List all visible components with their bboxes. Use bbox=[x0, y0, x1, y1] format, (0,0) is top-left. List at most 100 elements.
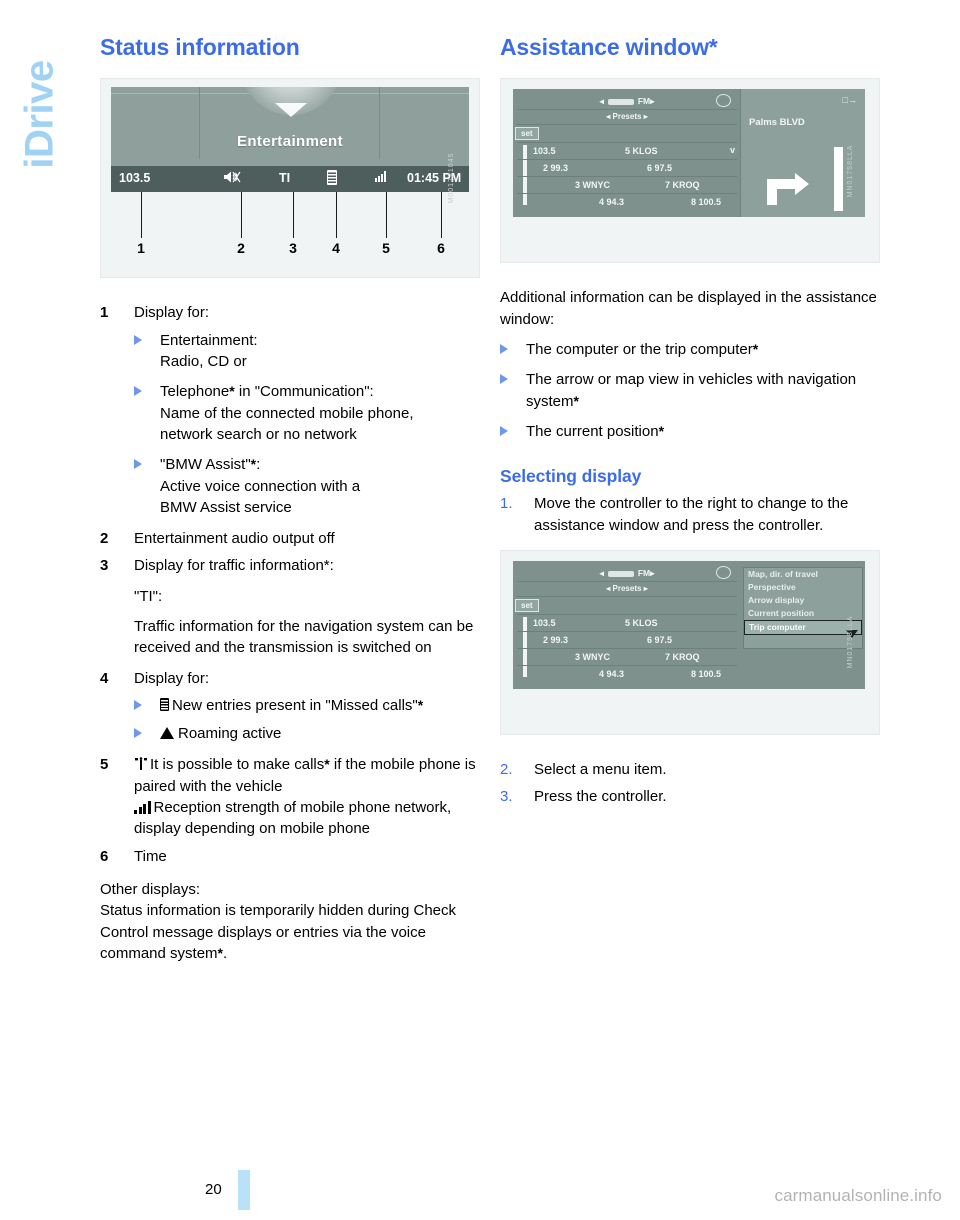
status-frequency: 103.5 bbox=[119, 171, 151, 186]
bullet-line-2: Active voice connection with a bbox=[160, 477, 361, 495]
band-left-arrow-icon: ◂ bbox=[599, 96, 604, 107]
row-divider bbox=[517, 124, 737, 126]
asterisk-mark: * bbox=[417, 696, 424, 713]
legend-number: 5 bbox=[100, 756, 109, 774]
selecting-display-title: Selecting display bbox=[500, 466, 642, 487]
bullet-text: Roaming active bbox=[178, 725, 282, 743]
band-pill bbox=[607, 570, 634, 577]
band-right-arrow-icon: ▸ bbox=[650, 567, 655, 578]
preset-4[interactable]: 4 94.3 bbox=[599, 669, 624, 679]
other-displays-period: . bbox=[223, 944, 228, 962]
menu-item-onboard-info[interactable]: Onboard info bbox=[744, 635, 862, 648]
step-text: Press the controller. bbox=[534, 788, 667, 806]
step-text: Move the controller to the right to chan… bbox=[534, 495, 849, 534]
preset-7[interactable]: 7 KROQ bbox=[665, 180, 700, 190]
preset-6[interactable]: 6 97.5 bbox=[647, 635, 672, 645]
preset-3[interactable]: 3 WNYC bbox=[575, 652, 610, 662]
screen-menu-label: Entertainment bbox=[236, 133, 344, 151]
preset-6[interactable]: 6 97.5 bbox=[647, 163, 672, 173]
menu-item-perspective[interactable]: Perspective bbox=[744, 581, 862, 594]
preset-8[interactable]: 8 100.5 bbox=[691, 669, 721, 679]
assistance-intro: Additional information can be displayed … bbox=[500, 289, 877, 328]
bullet-line-1b: in "Communication": bbox=[234, 383, 374, 401]
band-right-arrow-icon: ▸ bbox=[650, 96, 655, 107]
set-button[interactable]: set bbox=[515, 127, 539, 141]
turn-right-arrow-icon bbox=[767, 161, 813, 206]
presets-left-arrow-icon: ◂ bbox=[606, 583, 611, 593]
triangle-bullet-icon bbox=[134, 699, 142, 710]
preset-1[interactable]: 103.5 bbox=[533, 618, 556, 628]
menu-item-current-position[interactable]: Current position bbox=[744, 607, 862, 620]
preset-4[interactable]: 4 94.3 bbox=[599, 197, 624, 207]
right-column: Assistance window* ◂ FM▸ ◂ Presets ▸ set … bbox=[500, 34, 880, 813]
street-name: Palms BLVD bbox=[749, 117, 805, 129]
presets-row: ◂ Presets ▸ bbox=[513, 582, 741, 596]
scrollbar[interactable] bbox=[523, 616, 527, 677]
asterisk-mark: * bbox=[658, 422, 665, 439]
page-footer: 20 carmanualsonline.info bbox=[0, 1150, 960, 1220]
menu-item-map-dir-of-travel[interactable]: Map, dir. of travel bbox=[744, 568, 862, 581]
list-item: The computer or the trip computer* bbox=[500, 339, 880, 360]
idrive-screen-assistance: ◂ FM▸ ◂ Presets ▸ set 103.5 5 KLOS 2 99.3… bbox=[513, 89, 865, 218]
signal-strength-icon bbox=[375, 170, 386, 185]
presets-right-arrow-icon: ▸ bbox=[643, 112, 648, 122]
figure-watermark: M001721045 bbox=[448, 153, 456, 204]
list-item: Roaming active bbox=[134, 723, 480, 744]
page-marker-bar bbox=[238, 1170, 250, 1210]
bullet-text: New entries present in "Missed calls" bbox=[172, 696, 418, 714]
legend-number: 3 bbox=[100, 557, 109, 575]
row-divider bbox=[517, 630, 737, 632]
page-title: Status information bbox=[100, 34, 300, 60]
preset-5[interactable]: 5 KLOS bbox=[625, 618, 658, 628]
legend-1-bullets: Entertainment: Radio, CD or Telephone* i… bbox=[134, 330, 480, 518]
preset-1[interactable]: 103.5 bbox=[533, 146, 556, 156]
legend-3-para1: "TI": bbox=[134, 587, 163, 605]
legend-item-1: 1 Display for: Entertainment: Radio, CD … bbox=[100, 302, 480, 518]
row-divider bbox=[517, 595, 737, 597]
preset-7[interactable]: 7 KROQ bbox=[665, 652, 700, 662]
row-divider bbox=[517, 176, 737, 178]
radio-band-label: FM bbox=[637, 96, 651, 107]
reception-bars-icon bbox=[134, 801, 151, 815]
legend-text: Time bbox=[134, 847, 167, 865]
preset-2[interactable]: 2 99.3 bbox=[543, 635, 568, 645]
assistance-bullets: The computer or the trip computer* The a… bbox=[500, 339, 880, 442]
preset-3[interactable]: 3 WNYC bbox=[575, 180, 610, 190]
radio-band-row: ◂ FM▸ bbox=[513, 565, 741, 581]
triangle-bullet-icon bbox=[134, 334, 142, 345]
bullet-line-2: Radio, CD or bbox=[160, 353, 247, 371]
list-item: Entertainment: Radio, CD or bbox=[134, 330, 480, 373]
sidebar-tab: iDrive bbox=[0, 0, 88, 260]
road-bar-graphic bbox=[834, 147, 843, 212]
bullet-line-3: BMW Assist service bbox=[160, 498, 292, 516]
menu-item-arrow-display[interactable]: Arrow display bbox=[744, 594, 862, 607]
triangle-bullet-icon bbox=[134, 728, 142, 739]
triangle-bullet-icon bbox=[500, 425, 508, 436]
presets-label: Presets bbox=[612, 583, 642, 593]
preset-2[interactable]: 2 99.3 bbox=[543, 163, 568, 173]
legend-4-bullets: New entries present in "Missed calls"* R… bbox=[134, 695, 480, 745]
triangle-bullet-icon bbox=[500, 344, 508, 355]
legend-5-text-a: It is possible to make calls bbox=[150, 756, 325, 774]
triangle-bullet-icon bbox=[134, 386, 142, 397]
bullet-text: The current position bbox=[526, 422, 659, 440]
triangle-bullet-icon bbox=[134, 459, 142, 470]
bullet-line-1a: Telephone bbox=[160, 383, 230, 401]
figure-status-information: Entertainment 103.5 TI 01:45 PM 1 2 3 4 … bbox=[100, 78, 480, 279]
presets-right-arrow-icon: ▸ bbox=[643, 583, 648, 593]
legend-number: 1 bbox=[100, 304, 109, 322]
scrollbar[interactable] bbox=[523, 145, 527, 206]
left-column: Status information Entertainment 103.5 T… bbox=[100, 34, 480, 973]
navigation-arrow-icon: □→ bbox=[842, 95, 857, 106]
menu-item-trip-computer[interactable]: Trip computer bbox=[744, 619, 862, 635]
band-pill bbox=[607, 99, 634, 106]
legend-item-4: 4 Display for: New entries present in "M… bbox=[100, 668, 480, 745]
bullet-text: The computer or the trip computer bbox=[526, 341, 753, 359]
legend-3-para2: Traffic information for the navigation s… bbox=[134, 618, 474, 657]
preset-5[interactable]: 5 KLOS bbox=[625, 146, 658, 156]
phone-pairing-icon bbox=[134, 757, 148, 771]
preset-8[interactable]: 8 100.5 bbox=[691, 197, 721, 207]
legend-item-2: 2 Entertainment audio output off bbox=[100, 528, 480, 549]
asterisk-mark: * bbox=[752, 341, 759, 358]
set-button[interactable]: set bbox=[515, 598, 539, 612]
